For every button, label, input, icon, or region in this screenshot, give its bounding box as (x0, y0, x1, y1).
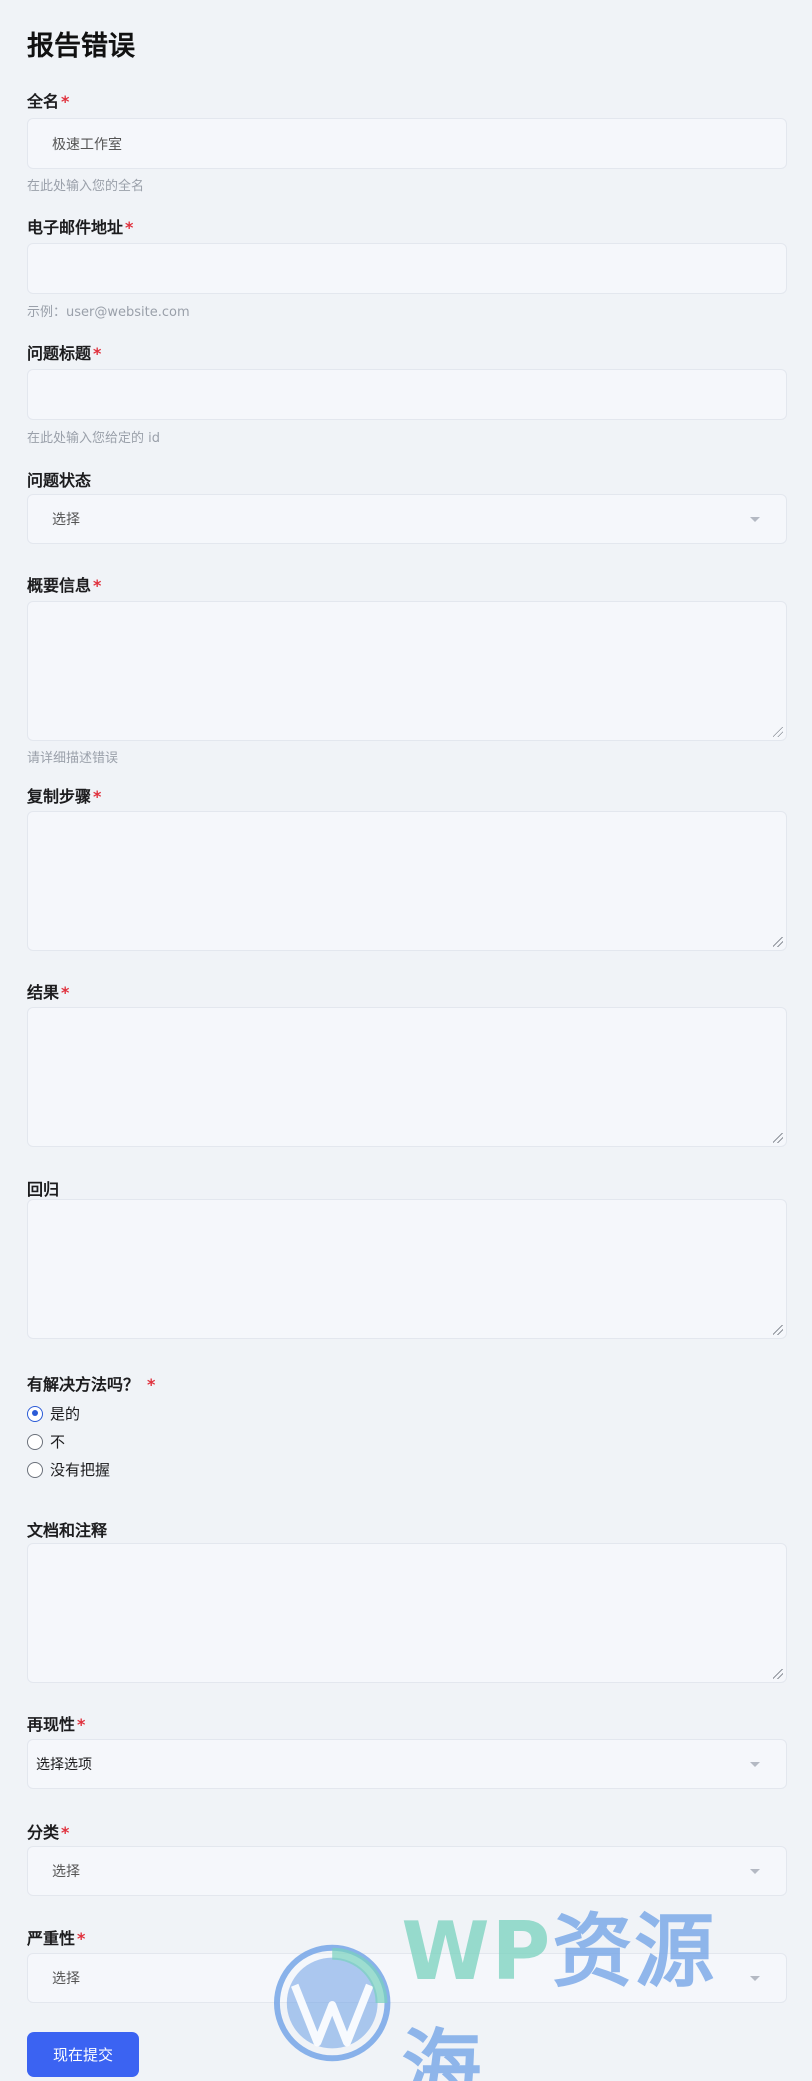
resize-handle[interactable] (773, 937, 783, 947)
resize-handle[interactable] (773, 1133, 783, 1143)
severity-label: 严重性 * (27, 1929, 86, 1948)
result-label: 结果 * (27, 983, 70, 1002)
required-mark: * (93, 787, 102, 806)
required-mark: * (93, 344, 102, 363)
email-hint: 示例：user@website.com (27, 305, 190, 320)
summary-label: 概要信息 * (27, 576, 102, 595)
docs-textarea[interactable] (27, 1543, 787, 1683)
resize-handle[interactable] (773, 1669, 783, 1679)
issue-status-select[interactable]: 选择 (27, 494, 787, 544)
workaround-option-no[interactable]: 不 (27, 1431, 65, 1452)
regression-label: 回归 (27, 1180, 60, 1199)
watermark-latin: WP (401, 1905, 553, 1998)
category-value: 选择 (52, 1864, 80, 1880)
watermark: WP资源海 (273, 1905, 793, 2081)
severity-value: 选择 (52, 1971, 80, 1987)
required-mark: * (93, 576, 102, 595)
issue-title-hint: 在此处输入您给定的 id (27, 431, 160, 446)
workaround-option-yes[interactable]: 是的 (27, 1403, 80, 1424)
result-textarea[interactable] (27, 1007, 787, 1147)
full-name-label: 全名 * (27, 92, 70, 111)
issue-title-label: 问题标题 * (27, 344, 102, 363)
required-mark: * (125, 218, 134, 237)
required-mark: * (77, 1929, 86, 1948)
docs-label: 文档和注释 (27, 1521, 108, 1540)
resize-handle[interactable] (773, 727, 783, 737)
category-label: 分类 * (27, 1823, 70, 1842)
workaround-option-unsure[interactable]: 没有把握 (27, 1459, 110, 1480)
radio-icon[interactable] (27, 1461, 43, 1478)
chevron-down-icon (750, 1761, 760, 1767)
regression-textarea[interactable] (27, 1199, 787, 1339)
radio-checked-icon[interactable] (27, 1405, 43, 1422)
email-label: 电子邮件地址 * (27, 218, 134, 237)
repro-steps-label: 复制步骤 * (27, 787, 102, 806)
required-mark: * (61, 983, 70, 1002)
radio-icon[interactable] (27, 1433, 43, 1450)
reproducibility-value: 选择选项 (36, 1757, 92, 1773)
reproducibility-select[interactable]: 选择选项 (27, 1739, 787, 1789)
chevron-down-icon (750, 516, 760, 522)
required-mark: * (61, 92, 70, 111)
workaround-label: 有解决方法吗？ * (27, 1375, 156, 1394)
reproducibility-label: 再现性 * (27, 1715, 86, 1734)
issue-status-value: 选择 (52, 512, 80, 528)
resize-handle[interactable] (773, 1325, 783, 1335)
wordpress-logo-icon (273, 1944, 391, 2062)
required-mark: * (77, 1715, 86, 1734)
full-name-value: 极速工作室 (52, 136, 122, 153)
full-name-input[interactable]: 极速工作室 (27, 118, 787, 169)
submit-button[interactable]: 现在提交 (27, 2032, 139, 2077)
page-title: 报告错误 (27, 31, 135, 62)
summary-hint: 请详细描述错误 (27, 751, 119, 766)
issue-title-input[interactable] (27, 369, 787, 420)
summary-textarea[interactable] (27, 601, 787, 741)
full-name-hint: 在此处输入您的全名 (27, 179, 145, 194)
repro-steps-textarea[interactable] (27, 811, 787, 951)
email-input[interactable] (27, 243, 787, 294)
required-mark: * (61, 1823, 70, 1842)
issue-status-label: 问题状态 (27, 471, 92, 490)
chevron-down-icon (750, 1868, 760, 1874)
required-mark: * (147, 1375, 156, 1394)
